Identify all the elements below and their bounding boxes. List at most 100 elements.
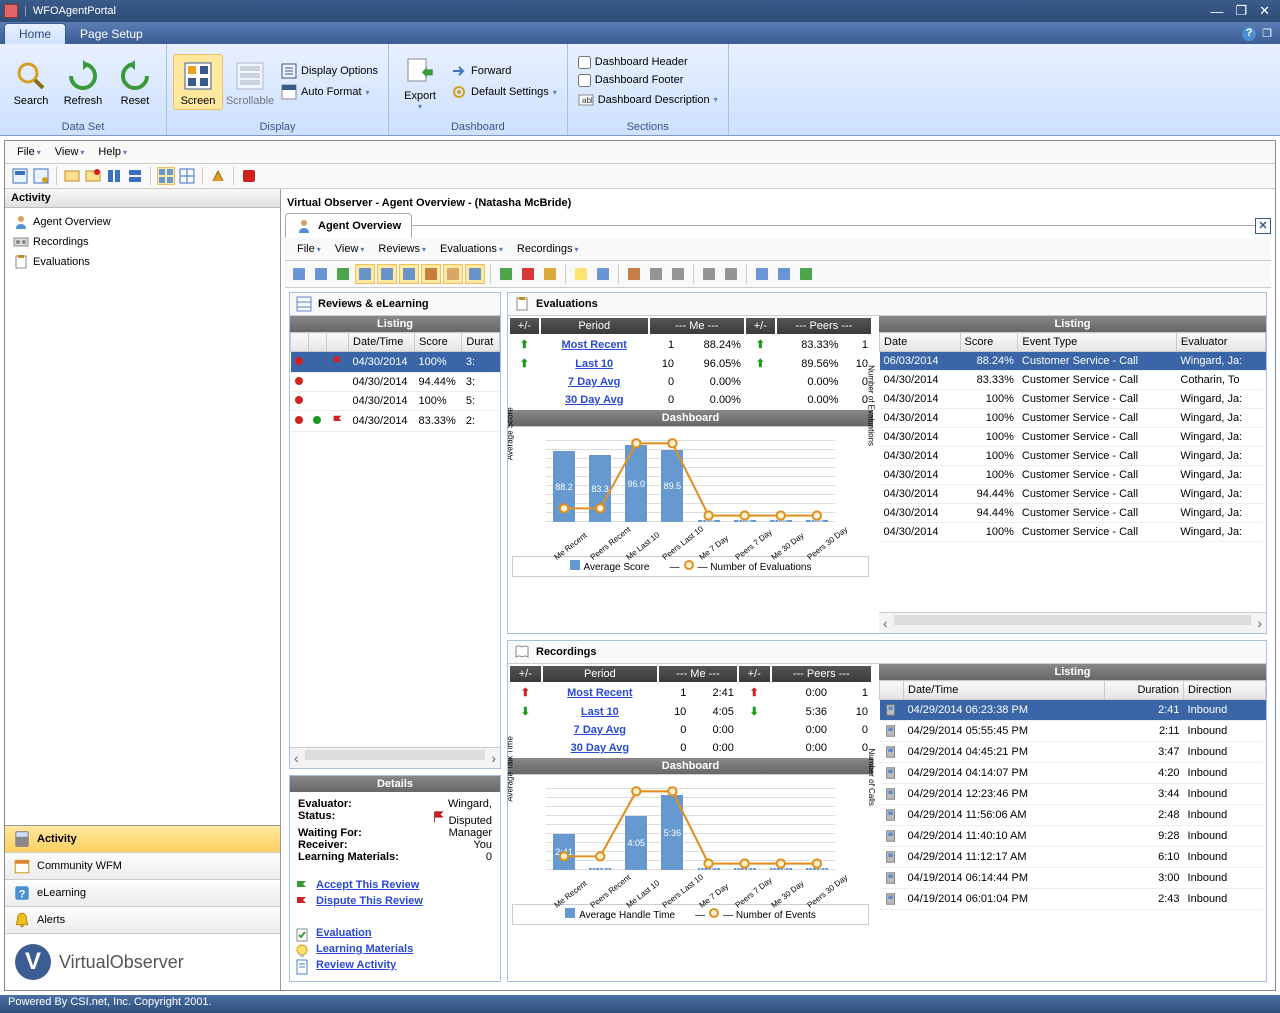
sub-toolbar-btn[interactable]: [721, 264, 741, 284]
doc-menu-reviews[interactable]: Reviews▾: [372, 241, 432, 257]
refresh-button[interactable]: Refresh: [58, 54, 108, 110]
period-row[interactable]: ⬇Last 10104:05⬇5:3610: [510, 703, 871, 720]
toolbar-btn[interactable]: [32, 167, 50, 185]
screen-button[interactable]: Screen: [173, 54, 223, 110]
expand-ribbon-icon[interactable]: ❐: [1262, 27, 1272, 41]
menu-view[interactable]: View▾: [49, 144, 91, 160]
table-row[interactable]: 04/30/2014100%Customer Service - CallWin…: [880, 428, 1266, 447]
sub-toolbar-btn[interactable]: [465, 264, 485, 284]
table-row[interactable]: 04/19/2014 06:01:04 PM2:43Inbound: [880, 889, 1266, 910]
table-row[interactable]: 04/30/201483.33%Customer Service - CallC…: [880, 371, 1266, 390]
toolbar-btn[interactable]: [105, 167, 123, 185]
table-row[interactable]: 04/19/2014 06:14:44 PM3:00Inbound: [880, 868, 1266, 889]
review-activity-link[interactable]: Review Activity: [316, 959, 496, 971]
sub-toolbar-btn[interactable]: [355, 264, 375, 284]
table-row[interactable]: 04/29/2014 11:56:06 AM2:48Inbound: [880, 805, 1266, 826]
sub-toolbar-btn[interactable]: [496, 264, 516, 284]
period-row[interactable]: 7 Day Avg00.00%0.00%0: [510, 374, 871, 390]
sub-toolbar-btn[interactable]: [646, 264, 666, 284]
dashboard-description-button[interactable]: abl Dashboard Description▾: [574, 90, 722, 110]
dispute-review-link[interactable]: Dispute This Review: [316, 895, 496, 907]
table-row[interactable]: 04/30/2014100%Customer Service - CallWin…: [880, 523, 1266, 542]
doc-menu-recordings[interactable]: Recordings▾: [511, 241, 585, 257]
evals-hscroll[interactable]: ‹›: [879, 612, 1266, 633]
period-row[interactable]: 30 Day Avg00:000:000: [510, 740, 871, 756]
sub-toolbar-btn[interactable]: [421, 264, 441, 284]
sub-toolbar-btn[interactable]: [443, 264, 463, 284]
document-tab[interactable]: Agent Overview: [285, 213, 412, 238]
sub-toolbar-btn[interactable]: [518, 264, 538, 284]
accept-review-link[interactable]: Accept This Review: [316, 879, 496, 891]
toolbar-btn[interactable]: [178, 167, 196, 185]
scrollable-button[interactable]: Scrollable: [225, 54, 275, 110]
tab-home[interactable]: Home: [4, 23, 66, 44]
table-row[interactable]: 04/29/2014 05:55:45 PM2:11Inbound: [880, 721, 1266, 742]
nav-recordings[interactable]: Recordings: [9, 232, 276, 252]
menu-help[interactable]: Help▾: [92, 144, 133, 160]
toolbar-btn[interactable]: [157, 167, 175, 185]
auto-format-button[interactable]: Auto Format▾: [277, 82, 382, 102]
table-row[interactable]: 04/30/201494.44%Customer Service - CallW…: [880, 504, 1266, 523]
table-row[interactable]: 04/30/2014100%Customer Service - CallWin…: [880, 409, 1266, 428]
table-row[interactable]: 04/30/201494.44%Customer Service - CallW…: [880, 485, 1266, 504]
reviews-hscroll[interactable]: ‹›: [290, 747, 500, 768]
reset-button[interactable]: Reset: [110, 54, 160, 110]
sub-toolbar-btn[interactable]: [289, 264, 309, 284]
table-row[interactable]: 04/29/2014 06:23:38 PM2:41Inbound: [880, 700, 1266, 721]
toolbar-btn[interactable]: [11, 167, 29, 185]
table-row[interactable]: 04/30/2014100%5:: [291, 392, 500, 411]
nav-stack-activity[interactable]: Activity: [5, 826, 280, 853]
help-icon[interactable]: ?: [1242, 27, 1256, 41]
evaluation-link[interactable]: Evaluation: [316, 927, 496, 939]
doc-menu-view[interactable]: View▾: [329, 241, 371, 257]
toolbar-btn[interactable]: [209, 167, 227, 185]
table-row[interactable]: 04/29/2014 12:23:46 PM3:44Inbound: [880, 784, 1266, 805]
table-row[interactable]: 04/30/2014100%Customer Service - CallWin…: [880, 447, 1266, 466]
period-row[interactable]: ⬆Most Recent188.24%⬆83.33%1: [510, 336, 871, 353]
sub-toolbar-btn[interactable]: [333, 264, 353, 284]
table-row[interactable]: 06/03/201488.24%Customer Service - CallW…: [880, 352, 1266, 371]
sub-toolbar-btn[interactable]: [571, 264, 591, 284]
period-row[interactable]: 30 Day Avg00.00%0.00%0: [510, 392, 871, 408]
table-row[interactable]: 04/30/2014100%Customer Service - CallWin…: [880, 466, 1266, 485]
table-row[interactable]: 04/29/2014 04:14:07 PM4:20Inbound: [880, 763, 1266, 784]
dashboard-header-check[interactable]: Dashboard Header: [574, 54, 722, 71]
table-row[interactable]: 04/29/2014 11:40:10 AM9:28Inbound: [880, 826, 1266, 847]
toolbar-btn[interactable]: [84, 167, 102, 185]
period-row[interactable]: ⬆Last 101096.05%⬆89.56%10: [510, 355, 871, 372]
sub-toolbar-btn[interactable]: [752, 264, 772, 284]
maximize-button[interactable]: ❐: [1229, 3, 1253, 19]
table-row[interactable]: 04/29/2014 11:12:17 AM6:10Inbound: [880, 847, 1266, 868]
minimize-button[interactable]: —: [1204, 4, 1229, 19]
sub-toolbar-btn[interactable]: [624, 264, 644, 284]
sub-toolbar-btn[interactable]: [774, 264, 794, 284]
period-row[interactable]: 7 Day Avg00:000:000: [510, 722, 871, 738]
sub-toolbar-btn[interactable]: [399, 264, 419, 284]
table-row[interactable]: 04/30/201494.44%3:: [291, 373, 500, 392]
table-row[interactable]: 04/30/2014100%3:: [291, 352, 500, 373]
tab-page-setup[interactable]: Page Setup: [66, 24, 157, 44]
table-row[interactable]: 04/29/2014 04:45:21 PM3:47Inbound: [880, 742, 1266, 763]
nav-stack-community[interactable]: Community WFM: [5, 853, 280, 880]
toolbar-btn[interactable]: [63, 167, 81, 185]
doc-menu-evaluations[interactable]: Evaluations▾: [434, 241, 509, 257]
sub-toolbar-btn[interactable]: [311, 264, 331, 284]
forward-button[interactable]: Forward: [447, 61, 561, 81]
search-button[interactable]: Search: [6, 54, 56, 110]
default-settings-button[interactable]: Default Settings▾: [447, 82, 561, 102]
export-button[interactable]: Export▾: [395, 49, 445, 114]
period-row[interactable]: ⬆Most Recent12:41⬆0:001: [510, 684, 871, 701]
close-button[interactable]: ✕: [1253, 3, 1276, 19]
sub-toolbar-btn[interactable]: [699, 264, 719, 284]
nav-agent-overview[interactable]: Agent Overview: [9, 212, 276, 232]
nav-stack-alerts[interactable]: Alerts: [5, 907, 280, 934]
nav-stack-elearning[interactable]: ? eLearning: [5, 880, 280, 907]
menu-file[interactable]: File▾: [11, 144, 47, 160]
dashboard-footer-check[interactable]: Dashboard Footer: [574, 72, 722, 89]
table-row[interactable]: 04/30/2014100%Customer Service - CallWin…: [880, 390, 1266, 409]
sub-toolbar-btn[interactable]: [540, 264, 560, 284]
display-options-button[interactable]: Display Options: [277, 61, 382, 81]
sub-toolbar-btn[interactable]: [796, 264, 816, 284]
close-tab-button[interactable]: ✕: [1255, 218, 1271, 234]
sub-toolbar-btn[interactable]: [668, 264, 688, 284]
